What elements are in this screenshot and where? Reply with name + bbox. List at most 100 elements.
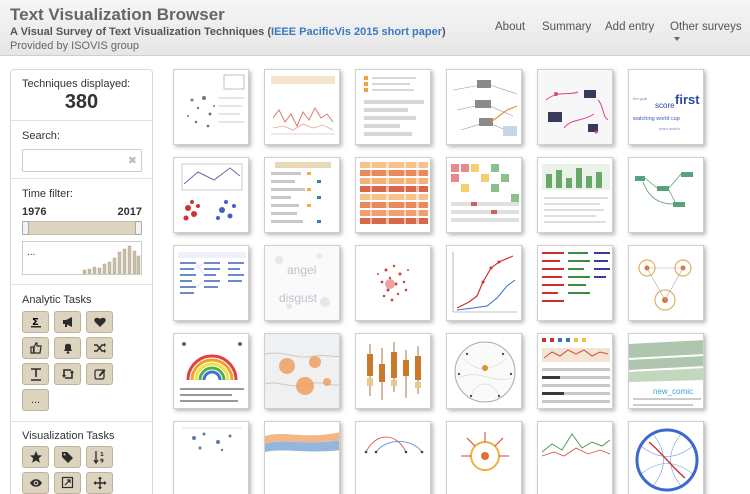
more-analytic-button[interactable]: ... — [22, 389, 49, 411]
theme-river-thumbnail-image — [265, 432, 339, 452]
timeline-table-thumbnail-image — [542, 164, 610, 223]
heart-icon — [93, 317, 106, 327]
time-filter-section: Time filter: 1976 2017 ... — [11, 179, 152, 285]
year-end: 2017 — [117, 206, 142, 218]
move-button[interactable] — [86, 472, 113, 494]
heart-button[interactable] — [86, 311, 113, 333]
technique-thumbnail[interactable] — [264, 421, 340, 494]
summary-sigma-icon: Σ — [30, 317, 41, 328]
technique-thumbnail[interactable] — [446, 69, 522, 145]
network-thumbnail-image — [452, 80, 518, 136]
svg-text:team match: team match — [659, 126, 680, 131]
technique-thumbnail[interactable]: angel disgust — [264, 245, 340, 321]
nav-other-surveys[interactable]: Other surveys — [670, 21, 750, 45]
technique-thumbnail[interactable] — [446, 245, 522, 321]
retweet-button[interactable] — [54, 363, 81, 385]
zoom-in-icon — [61, 476, 73, 489]
technique-thumbnail[interactable] — [173, 333, 249, 409]
star-button[interactable] — [22, 446, 49, 468]
technique-thumbnail[interactable] — [446, 157, 522, 233]
technique-thumbnail[interactable] — [355, 69, 431, 145]
word-score: score — [655, 101, 675, 110]
nav-about[interactable]: About — [495, 21, 525, 33]
multi-line-thumbnail-image — [541, 433, 611, 457]
technique-thumbnail[interactable] — [537, 421, 613, 494]
geo-map-thumbnail-image — [265, 334, 339, 408]
table-bars-thumbnail-image — [271, 162, 331, 223]
nav-other-surveys-label: Other surveys — [670, 21, 742, 33]
line-trends-thumbnail-image — [452, 252, 517, 313]
technique-thumbnail[interactable] — [173, 69, 249, 145]
technique-thumbnail[interactable]: first score watching world cup the goal … — [628, 69, 704, 145]
svg-text:9: 9 — [100, 459, 104, 465]
radial-nodes-thumbnail-image — [638, 259, 692, 311]
technique-thumbnail[interactable] — [537, 69, 613, 145]
filter-sidebar: Techniques displayed: 380 Search: ✖ Time… — [10, 69, 153, 494]
slider-handle-start[interactable] — [22, 221, 29, 235]
technique-thumbnail[interactable] — [173, 421, 249, 494]
technique-thumbnail[interactable] — [173, 245, 249, 321]
dashboard-thumbnail-image — [542, 338, 610, 403]
megaphone-icon — [62, 317, 72, 327]
technique-thumbnail[interactable] — [537, 333, 613, 409]
thumbs-up-icon — [29, 342, 42, 354]
sort-numeric-button[interactable]: 19 — [86, 446, 113, 468]
word-first: first — [675, 92, 700, 107]
megaphone-button[interactable] — [54, 311, 81, 333]
techniques-count: 380 — [64, 91, 99, 113]
search-label: Search: — [22, 130, 60, 142]
summary-button[interactable]: Σ — [22, 311, 49, 333]
histogram-ellipsis: ... — [27, 247, 36, 258]
technique-thumbnail[interactable] — [355, 333, 431, 409]
technique-thumbnail[interactable] — [446, 421, 522, 494]
page-title: Text Visualization Browser — [10, 5, 225, 24]
retweet-icon — [61, 369, 74, 379]
emotion-words-thumbnail-image: angel disgust — [265, 246, 339, 320]
technique-thumbnail[interactable] — [355, 245, 431, 321]
histogram-bars — [82, 245, 141, 274]
technique-thumbnail[interactable] — [537, 245, 613, 321]
nav-add-entry[interactable]: Add entry — [605, 21, 654, 33]
technique-thumbnail[interactable] — [355, 157, 431, 233]
thumbs-up-button[interactable] — [22, 337, 49, 359]
radial-circle-thumbnail-image — [454, 341, 516, 403]
eye-button[interactable] — [22, 472, 49, 494]
scatter-points-thumbnail-image — [182, 427, 242, 452]
sort-numeric-icon: 19 — [92, 451, 104, 465]
search-input[interactable]: ✖ — [22, 149, 142, 172]
cluster-thumbnail-image — [181, 163, 243, 221]
stacked-flow-thumbnail-image: new_comic — [629, 340, 703, 406]
clear-search-icon[interactable]: ✖ — [128, 154, 137, 167]
tags-button[interactable] — [54, 446, 81, 468]
technique-thumbnail[interactable] — [446, 333, 522, 409]
technique-thumbnail[interactable]: new_comic — [628, 333, 704, 409]
graph-flow-thumbnail-image — [635, 172, 693, 207]
technique-thumbnail[interactable] — [537, 157, 613, 233]
technique-thumbnail[interactable] — [264, 157, 340, 233]
time-filter-label: Time filter: — [22, 188, 73, 200]
technique-thumbnail[interactable] — [628, 421, 704, 494]
nav-summary[interactable]: Summary — [542, 21, 591, 33]
technique-thumbnail[interactable] — [173, 157, 249, 233]
year-histogram: ... — [22, 241, 142, 275]
time-range-slider[interactable] — [22, 221, 142, 235]
svg-text:the goal: the goal — [633, 96, 647, 101]
technique-thumbnail[interactable] — [628, 157, 704, 233]
visualization-tasks-section: Visualization Tasks 19 — [11, 422, 152, 494]
analytic-tasks-buttons: Σ ... — [22, 311, 113, 411]
edit-button[interactable] — [86, 363, 113, 385]
shuffle-button[interactable] — [86, 337, 113, 359]
text-format-button[interactable] — [22, 363, 49, 385]
sun-burst-thumbnail-image — [461, 432, 509, 471]
paper-link[interactable]: IEEE PacificVis 2015 short paper — [271, 26, 442, 38]
technique-thumbnail[interactable] — [264, 69, 340, 145]
bar-list-thumbnail-image — [364, 76, 424, 136]
bell-button[interactable] — [54, 337, 81, 359]
technique-thumbnail[interactable] — [628, 245, 704, 321]
slider-handle-end[interactable] — [135, 221, 142, 235]
word-angel: angel — [287, 263, 316, 277]
technique-thumbnail[interactable] — [264, 333, 340, 409]
zoom-in-button[interactable] — [54, 472, 81, 494]
technique-thumbnail[interactable] — [355, 421, 431, 494]
techniques-section: Techniques displayed: 380 — [11, 70, 152, 121]
